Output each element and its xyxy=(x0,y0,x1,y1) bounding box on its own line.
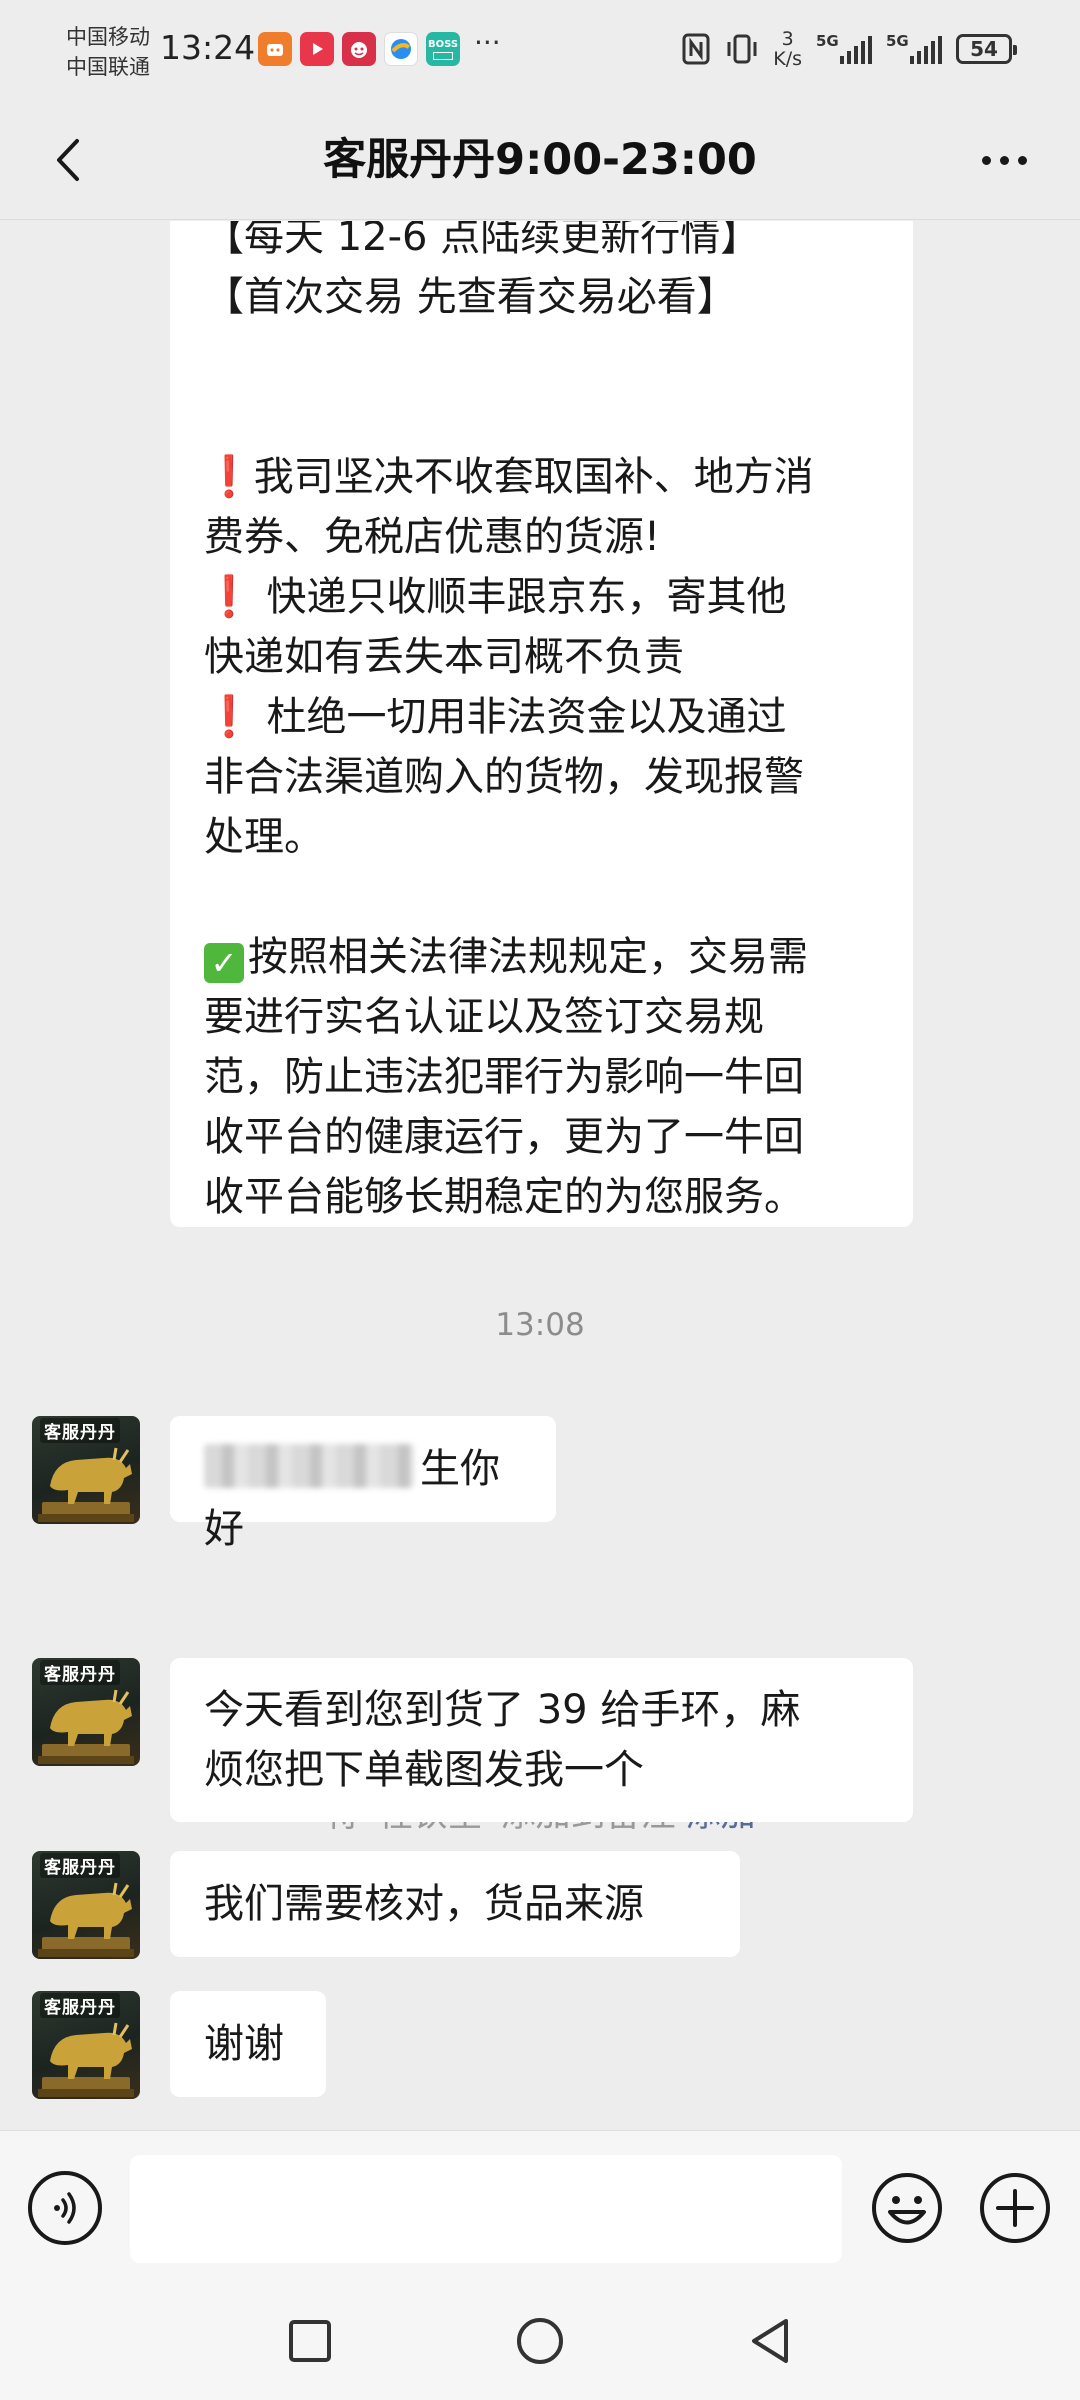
boss-zhipin-icon: BOSS xyxy=(426,32,460,66)
home-button[interactable] xyxy=(500,2306,580,2376)
circle-icon xyxy=(517,2318,563,2364)
message-line: 范，防止违法犯罪行为影响一牛回 xyxy=(204,1054,804,1100)
message-line xyxy=(204,387,879,447)
message-text: 谢谢 xyxy=(204,2021,284,2067)
chat-title: 客服丹丹9:00-23:00 xyxy=(323,135,757,185)
avatar[interactable]: 客服丹丹 xyxy=(32,1851,140,1959)
system-icons: 3 K/s 5G 5G 54 xyxy=(681,24,1017,74)
message-line xyxy=(204,327,879,387)
avatar-label: 客服丹丹 xyxy=(40,1418,120,1443)
avatar[interactable]: 客服丹丹 xyxy=(32,1416,140,1524)
more-functions-button[interactable] xyxy=(978,2171,1052,2245)
status-bar: 中国移动 中国联通 13:24 BOSS ··· 3 K/s 5G 5G 54 xyxy=(0,0,1080,100)
message-line-text: 按照相关法律法规规定，交易需 xyxy=(248,934,808,980)
system-navigation-bar xyxy=(0,2282,1080,2400)
signal-strength-1: 5G xyxy=(816,32,872,64)
game-app-icon xyxy=(342,32,376,66)
taobao-icon xyxy=(258,32,292,66)
message-text: 烦您把下单截图发我一个 xyxy=(204,1747,644,1793)
more-dot-icon xyxy=(981,155,991,165)
message-line: ❗ 杜绝一切用非法资金以及通过 xyxy=(204,694,787,740)
avatar-label: 客服丹丹 xyxy=(40,1853,120,1878)
net-speed-value: 3 xyxy=(781,28,794,50)
triangle-back-icon xyxy=(752,2319,788,2363)
net-speed-unit: K/s xyxy=(773,48,802,70)
avatar[interactable]: 客服丹丹 xyxy=(32,1991,140,2099)
blurred-name xyxy=(204,1444,414,1488)
browser-icon xyxy=(384,32,418,66)
system-back-button[interactable] xyxy=(730,2306,810,2376)
input-bar xyxy=(0,2130,1080,2282)
voice-input-button[interactable] xyxy=(28,2171,102,2245)
carrier-info: 中国移动 中国联通 xyxy=(66,22,150,82)
more-dot-icon xyxy=(999,155,1009,165)
message-line: 收平台能够长期稳定的为您服务。 xyxy=(204,1174,804,1220)
voice-icon xyxy=(54,2192,76,2224)
message-line: 【每天 12-6 点陆续更新行情】 xyxy=(204,221,761,260)
message-line: 快递如有丢失本司概不负责 xyxy=(204,634,684,680)
message-bubble[interactable]: 生你好 xyxy=(170,1416,556,1552)
more-notifications: ··· xyxy=(474,26,501,59)
plus-circle-icon xyxy=(980,2173,1050,2243)
message-line: 非合法渠道购入的货物，发现报警 xyxy=(204,754,804,800)
network-speed: 3 K/s xyxy=(773,29,802,69)
square-icon xyxy=(289,2320,331,2362)
avatar[interactable]: 客服丹丹 xyxy=(32,1658,140,1766)
check-mark-icon: ✓ xyxy=(204,943,244,983)
message-line xyxy=(204,867,879,927)
chat-messages[interactable]: 【每天 12-6 点陆续更新行情】 【首次交易 先查看交易必看】 ❗我司坚决不收… xyxy=(0,221,1080,2130)
emoji-button[interactable] xyxy=(870,2171,944,2245)
message-input[interactable] xyxy=(130,2155,842,2263)
more-dot-icon xyxy=(1017,155,1027,165)
status-time: 13:24 xyxy=(160,28,256,67)
message-bubble[interactable]: 我们需要核对，货品来源 xyxy=(170,1851,740,1957)
message-bubble-notice[interactable]: 【每天 12-6 点陆续更新行情】 【首次交易 先查看交易必看】 ❗我司坚决不收… xyxy=(170,221,913,1227)
chat-header: 客服丹丹9:00-23:00 xyxy=(0,100,1080,220)
message-bubble[interactable]: 今天看到您到货了 39 给手环，麻 烦您把下单截图发我一个 xyxy=(170,1658,913,1822)
message-line: ❗我司坚决不收套取国补、地方消 xyxy=(204,454,814,500)
signal-1-gen: 5G xyxy=(816,32,839,50)
video-app-icon xyxy=(300,32,334,66)
signal-2-gen: 5G xyxy=(886,32,909,50)
notification-icons: BOSS xyxy=(258,32,460,66)
recent-apps-button[interactable] xyxy=(270,2306,350,2376)
message-line: 费券、免税店优惠的货源! xyxy=(204,514,661,560)
message-line-checked: ✓ 按照相关法律法规规定，交易需 xyxy=(204,927,879,987)
more-options-button[interactable] xyxy=(964,130,1044,190)
message-text: 我们需要核对，货品来源 xyxy=(204,1881,644,1927)
boss-label: BOSS xyxy=(427,38,459,50)
smiley-icon xyxy=(872,2173,942,2243)
message-line: 处理。 xyxy=(204,814,324,860)
avatar-label: 客服丹丹 xyxy=(40,1660,120,1685)
message-line: 要进行实名认证以及签订交易规 xyxy=(204,994,764,1040)
carrier-1: 中国移动 xyxy=(66,25,150,49)
message-timestamp: 13:08 xyxy=(495,1307,585,1343)
avatar-label: 客服丹丹 xyxy=(40,1993,120,2018)
vibrate-icon xyxy=(727,34,757,64)
signal-strength-2: 5G xyxy=(886,32,942,64)
message-line: 【首次交易 先查看交易必看】 xyxy=(204,274,737,320)
battery-indicator: 54 xyxy=(956,34,1017,64)
nfc-icon xyxy=(682,33,710,65)
message-text: 今天看到您到货了 39 给手环，麻 xyxy=(204,1687,801,1733)
message-line: ❗ 快递只收顺丰跟京东，寄其他 xyxy=(204,574,787,620)
message-line: 收平台的健康运行，更为了一牛回 xyxy=(204,1114,804,1160)
carrier-2: 中国联通 xyxy=(66,55,150,79)
message-bubble[interactable]: 谢谢 xyxy=(170,1991,326,2097)
